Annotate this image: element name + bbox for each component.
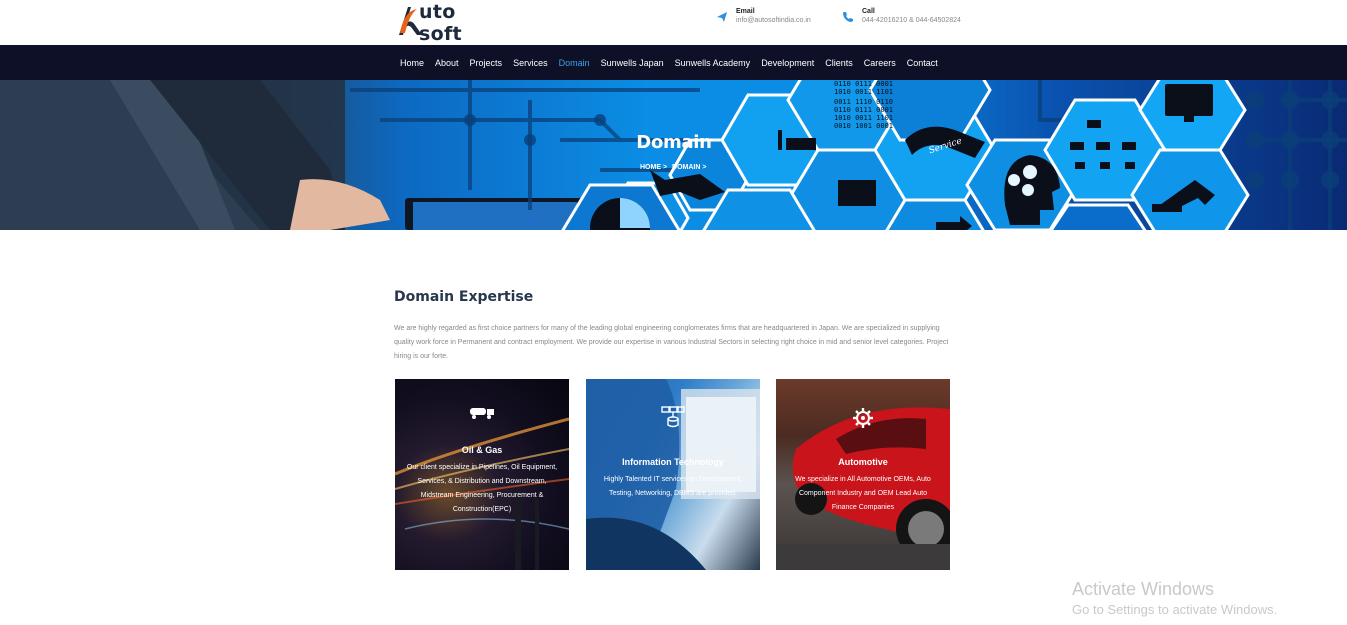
send-icon xyxy=(717,12,727,22)
page: uto soft Email info@autosoftindia.co.in … xyxy=(0,0,1347,625)
intro-paragraph: We are highly regarded as first choice p… xyxy=(394,325,949,360)
logo-mark-icon xyxy=(397,3,422,35)
binary-row: 0010 1001 0001 xyxy=(834,122,893,130)
binary-row: 0011 1110 0110 xyxy=(834,98,893,106)
call-title: Call xyxy=(862,8,875,15)
call-value[interactable]: 044-42016210 & 044-64502824 xyxy=(862,16,961,25)
nav-about[interactable]: About xyxy=(435,58,459,68)
logo-text: uto soft xyxy=(419,1,462,45)
email-value[interactable]: info@autosoftindia.co.in xyxy=(736,16,811,25)
card-title: Automotive xyxy=(838,457,888,467)
top-header: uto soft Email info@autosoftindia.co.in … xyxy=(0,0,1347,45)
card-text: Our client specialize in Pipelines, Oil … xyxy=(406,464,558,513)
section-title: Domain Expertise xyxy=(394,289,534,305)
email-contact[interactable]: Email info@autosoftindia.co.in xyxy=(716,8,811,25)
nav-domain[interactable]: Domain xyxy=(559,58,590,68)
binary-text: 0110 0111 0001 1010 0011 1101 0011 1110 … xyxy=(834,80,893,130)
nav-sunwells-japan[interactable]: Sunwells Japan xyxy=(601,58,664,68)
main-navbar: Home About Projects Services Domain Sunw… xyxy=(0,45,1347,80)
email-title: Email xyxy=(736,8,755,15)
nav-projects[interactable]: Projects xyxy=(470,58,503,68)
activate-windows-watermark: Activate Windows Go to Settings to activ… xyxy=(1072,578,1277,620)
banner-artwork: 0110 0111 0001 1010 0011 1101 0011 1110 … xyxy=(0,80,1347,230)
domain-card-automotive[interactable]: Automotive We specialize in All Automoti… xyxy=(776,379,950,570)
watermark-subtitle: Go to Settings to activate Windows. xyxy=(1072,602,1278,617)
call-contact[interactable]: Call 044-42016210 & 044-64502824 xyxy=(842,8,961,25)
card-title: Information Technology xyxy=(622,457,724,467)
page-title: Domain xyxy=(636,132,712,153)
card-text: Highly Talented IT services on Developme… xyxy=(603,476,743,497)
card-title: Oil & Gas xyxy=(461,445,503,455)
card-text: We specialize in All Automotive OEMs, Au… xyxy=(795,476,931,511)
binary-row: 1010 0011 1101 xyxy=(834,88,893,96)
gear-icon xyxy=(776,407,950,429)
domain-card-oil-gas[interactable]: Oil & Gas Our client specialize in Pipel… xyxy=(395,379,569,570)
network-database-icon xyxy=(586,405,760,429)
nav-contact[interactable]: Contact xyxy=(907,58,938,68)
oil-tanker-icon xyxy=(395,405,569,419)
nav-clients[interactable]: Clients xyxy=(825,58,853,68)
breadcrumb-domain[interactable]: DOMAIN > xyxy=(672,164,706,171)
domain-card-information-technology[interactable]: Information Technology Highly Talented I… xyxy=(586,379,760,570)
page-banner: 0110 0111 0001 1010 0011 1101 0011 1110 … xyxy=(0,80,1347,230)
nav-home[interactable]: Home xyxy=(400,58,424,68)
main-nav: Home About Projects Services Domain Sunw… xyxy=(400,45,949,80)
binary-row: 0110 0111 0001 xyxy=(834,106,893,114)
nav-careers[interactable]: Careers xyxy=(864,58,896,68)
phone-icon xyxy=(843,12,853,22)
breadcrumb-home[interactable]: HOME > xyxy=(640,164,667,171)
binary-row: 0110 0111 0001 xyxy=(834,80,893,88)
nav-development[interactable]: Development xyxy=(761,58,814,68)
breadcrumb: HOME > DOMAIN > xyxy=(640,164,706,171)
nav-sunwells-academy[interactable]: Sunwells Academy xyxy=(675,58,751,68)
site-logo[interactable]: uto soft xyxy=(397,1,497,45)
watermark-title: Activate Windows xyxy=(1072,579,1215,599)
nav-services[interactable]: Services xyxy=(513,58,548,68)
binary-row: 1010 0011 1101 xyxy=(834,114,893,122)
